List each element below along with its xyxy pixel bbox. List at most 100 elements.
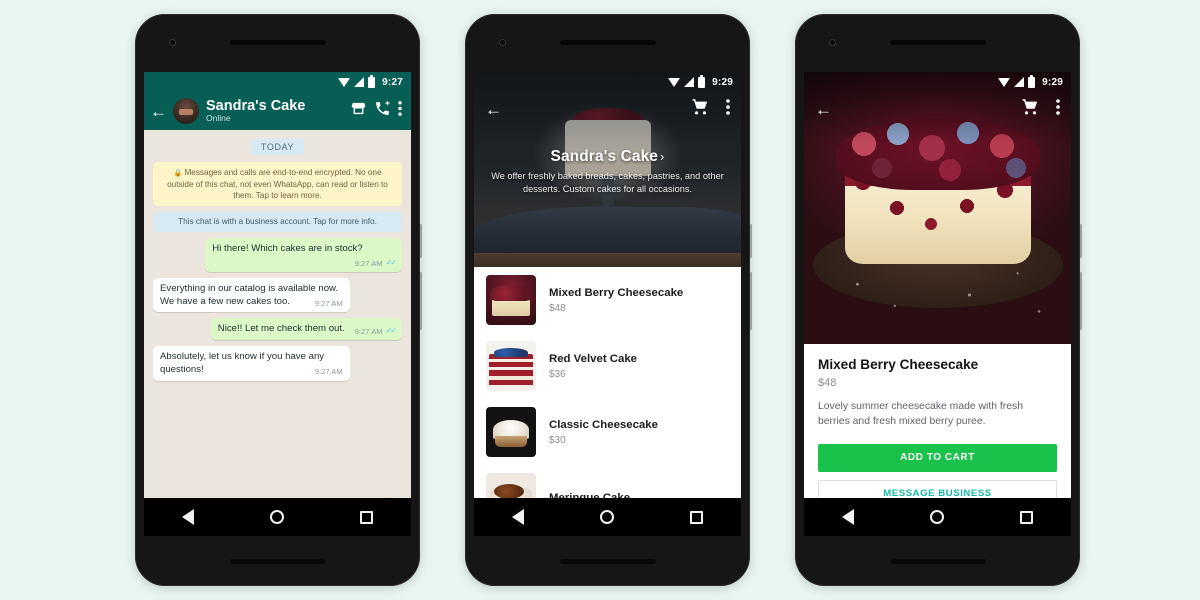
status-bar: 9:27 <box>144 72 411 92</box>
volume-button[interactable] <box>749 272 752 330</box>
product-name: Mixed Berry Cheesecake <box>549 286 684 299</box>
message-meta: 9:27 AM <box>315 367 343 377</box>
volume-button[interactable] <box>419 272 422 330</box>
call-add-icon[interactable] <box>374 100 391 122</box>
battery-icon <box>368 74 376 88</box>
power-button[interactable] <box>419 224 422 258</box>
message-bubble-incoming[interactable]: Everything in our catalog is available n… <box>153 277 350 313</box>
power-button[interactable] <box>1079 224 1082 258</box>
contact-name-block[interactable]: Sandra's Cake Online <box>206 98 343 124</box>
list-item-meta: Mixed Berry Cheesecake $48 <box>549 287 683 314</box>
classic-cheesecake-thumb <box>486 407 536 457</box>
read-receipt-icon: ✓✓ <box>385 258 397 268</box>
day-divider: TODAY <box>250 139 305 155</box>
nav-back-icon[interactable] <box>842 509 854 525</box>
nav-back-icon[interactable] <box>512 509 524 525</box>
list-item[interactable]: Classic Cheesecake $30 <box>474 399 741 465</box>
nav-recents-icon[interactable] <box>1020 510 1033 524</box>
message-time: 9:27 AM <box>314 366 343 376</box>
message-text: Hi there! Which cakes are in stock? <box>212 242 363 254</box>
read-receipt-icon: ✓✓ <box>385 326 397 336</box>
product-price: $36 <box>549 368 566 380</box>
catalog-hero-banner: 9:29 ← Sandra's Cake › We offer freshly … <box>474 72 741 267</box>
status-bar: 9:29 <box>474 72 741 92</box>
phone-whatsapp-chat: 9:27 ← Sandra's Cake Online TODAY 🔒 Mess… <box>135 14 422 586</box>
product-price: $48 <box>818 377 837 389</box>
contact-avatar[interactable] <box>173 98 199 124</box>
bottom-speaker <box>889 559 986 564</box>
volume-button[interactable] <box>1079 272 1082 330</box>
message-time: 9:27 AM <box>314 298 343 308</box>
contact-name: Sandra's Cake <box>206 98 306 115</box>
list-item[interactable]: Red Velvet Cake $36 <box>474 333 741 399</box>
message-row: Nice!! Let me check them out. 9:27 AM ✓✓ <box>153 318 402 341</box>
product-price: $30 <box>549 434 566 446</box>
bottom-speaker <box>229 559 326 564</box>
android-nav-bar <box>474 498 741 536</box>
business-account-notice[interactable]: This chat is with a business account. Ta… <box>153 212 402 232</box>
earpiece-speaker <box>229 40 326 45</box>
product-title: Mixed Berry Cheesecake <box>818 357 979 372</box>
catalog-business-block[interactable]: Sandra's Cake › We offer freshly baked br… <box>474 148 741 196</box>
message-bubble-incoming[interactable]: Absolutely, let us know if you have any … <box>153 346 350 381</box>
overflow-menu-icon[interactable] <box>398 100 402 122</box>
signal-icon <box>684 77 695 87</box>
phone3-screen: 9:29 ← Mixed Berry Cheesecake $48 Lovely… <box>804 72 1071 536</box>
chat-message-list[interactable]: TODAY 🔒 Messages and calls are end-to-en… <box>144 130 411 492</box>
wifi-icon <box>668 77 681 87</box>
product-description: Lovely summer cheesecake made with fresh… <box>818 401 1024 427</box>
contact-status: Online <box>206 113 231 124</box>
overflow-menu-icon[interactable] <box>726 98 730 121</box>
chevron-right-icon: › <box>660 149 665 164</box>
catalog-business-name: Sandra's Cake <box>550 148 659 165</box>
message-meta: 9:27 AM ✓✓ <box>355 258 397 269</box>
shopping-cart-icon[interactable] <box>691 97 710 121</box>
list-item-meta: Red Velvet Cake $36 <box>549 353 637 380</box>
message-text: Absolutely, let us know if you have any … <box>160 351 325 375</box>
overflow-menu-icon[interactable] <box>1056 98 1060 121</box>
storefront-icon[interactable] <box>350 100 367 122</box>
front-camera-icon <box>499 39 506 46</box>
encryption-notice-text: Messages and calls are end-to-end encryp… <box>167 168 388 200</box>
catalog-product-list[interactable]: Mixed Berry Cheesecake $48 Red Velvet Ca… <box>474 267 741 531</box>
status-bar-time: 9:29 <box>1042 76 1063 88</box>
power-button[interactable] <box>749 224 752 258</box>
android-nav-bar <box>144 498 411 536</box>
chat-toolbar: ← Sandra's Cake Online <box>144 92 411 130</box>
phone-catalog: 9:29 ← Sandra's Cake › We offer freshly … <box>465 14 752 586</box>
nav-recents-icon[interactable] <box>690 510 703 524</box>
product-price: $48 <box>549 302 566 314</box>
front-camera-icon <box>169 39 176 46</box>
nav-recents-icon[interactable] <box>360 510 373 524</box>
front-camera-icon <box>829 39 836 46</box>
status-bar: 9:29 <box>804 72 1071 92</box>
list-item-meta: Classic Cheesecake $30 <box>549 419 658 446</box>
nav-home-icon[interactable] <box>600 510 614 524</box>
phone1-screen: 9:27 ← Sandra's Cake Online TODAY 🔒 Mess… <box>144 72 411 536</box>
chat-header: 9:27 ← Sandra's Cake Online <box>144 72 411 130</box>
nav-home-icon[interactable] <box>930 510 944 524</box>
product-name: Classic Cheesecake <box>549 418 658 431</box>
message-bubble-outgoing[interactable]: Nice!! Let me check them out. 9:27 AM ✓✓ <box>210 318 402 341</box>
nav-back-icon[interactable] <box>182 509 194 525</box>
message-meta: 9:27 AM ✓✓ <box>355 326 397 337</box>
message-bubble-outgoing[interactable]: Hi there! Which cakes are in stock? 9:27… <box>205 237 402 272</box>
signal-icon <box>1014 77 1025 87</box>
message-meta: 9:27 AM <box>315 299 343 309</box>
message-row: Hi there! Which cakes are in stock? 9:27… <box>153 237 402 272</box>
battery-icon <box>698 74 706 88</box>
add-to-cart-button[interactable]: ADD TO CART <box>818 443 1057 472</box>
encryption-notice[interactable]: 🔒 Messages and calls are end-to-end encr… <box>153 162 402 207</box>
back-arrow-icon[interactable]: ← <box>485 101 502 118</box>
nav-home-icon[interactable] <box>270 510 284 524</box>
message-text: Everything in our catalog is available n… <box>160 282 339 307</box>
shopping-cart-icon[interactable] <box>1021 97 1040 121</box>
bottom-speaker <box>559 559 656 564</box>
android-nav-bar <box>804 498 1071 536</box>
catalog-business-description: We offer freshly baked breads, cakes, pa… <box>491 171 724 195</box>
wifi-icon <box>998 77 1011 87</box>
list-item[interactable]: Mixed Berry Cheesecake $48 <box>474 267 741 333</box>
phone2-screen: 9:29 ← Sandra's Cake › We offer freshly … <box>474 72 741 536</box>
back-arrow-icon[interactable]: ← <box>150 103 167 120</box>
back-arrow-icon[interactable]: ← <box>815 101 832 118</box>
